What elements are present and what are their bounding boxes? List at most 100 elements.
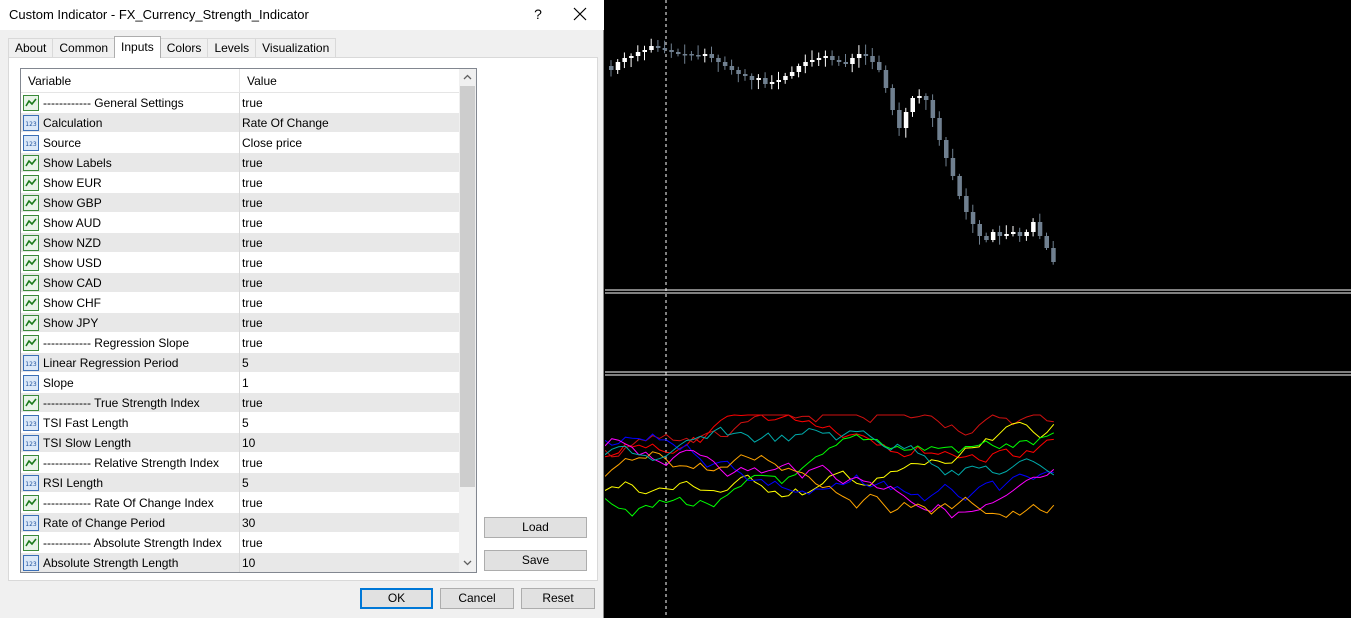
candle-body [615, 62, 621, 70]
tab-about[interactable]: About [8, 38, 54, 58]
svg-text:123: 123 [25, 141, 37, 148]
variable-value[interactable]: true [242, 213, 263, 233]
variable-value[interactable]: true [242, 293, 263, 313]
candle-body [843, 62, 848, 64]
grid-row[interactable]: ------------ Relative Strength Index true [21, 453, 459, 473]
variable-value[interactable]: true [242, 173, 263, 193]
candle-body [662, 48, 668, 50]
bool-icon [23, 395, 39, 411]
grid-row[interactable]: ------------ Rate Of Change Index true [21, 493, 459, 513]
load-button[interactable]: Load [484, 517, 587, 538]
grid-row[interactable]: 123 Source Close price [21, 133, 459, 153]
variable-value[interactable]: 5 [242, 413, 249, 433]
cell-divider [239, 473, 240, 493]
bool-icon [23, 275, 39, 291]
grid-row[interactable]: Show CHF true [21, 293, 459, 313]
help-button[interactable]: ? [528, 4, 548, 24]
variable-value[interactable]: true [242, 233, 263, 253]
grid-row[interactable]: 123 Linear Regression Period 5 [21, 353, 459, 373]
grid-row[interactable]: Show USD true [21, 253, 459, 273]
grid-row[interactable]: Show JPY true [21, 313, 459, 333]
variable-value[interactable]: 5 [242, 353, 249, 373]
scroll-down-button[interactable] [459, 555, 476, 572]
scroll-up-button[interactable] [459, 69, 476, 86]
grid-row[interactable]: 123 Absolute Strength Length 10 [21, 553, 459, 572]
candle-body [863, 54, 869, 56]
variable-value[interactable]: true [242, 93, 263, 113]
variable-value[interactable]: 1 [242, 373, 249, 393]
tab-levels[interactable]: Levels [207, 38, 257, 58]
bool-icon [23, 195, 39, 211]
candle-body [769, 82, 775, 84]
cell-divider [239, 453, 240, 473]
vertical-scrollbar[interactable] [459, 69, 476, 572]
candle-body [990, 232, 996, 240]
close-icon [573, 7, 587, 21]
cell-divider [239, 393, 240, 413]
variable-value[interactable]: true [242, 153, 263, 173]
grid-row[interactable]: ------------ Absolute Strength Index true [21, 533, 459, 553]
grid-row[interactable]: 123 Rate of Change Period 30 [21, 513, 459, 533]
price-chart[interactable] [605, 0, 1351, 618]
number-icon: 123 [23, 375, 39, 391]
candle-body [1011, 232, 1016, 234]
column-header-variable[interactable]: Variable [21, 69, 239, 93]
variable-value[interactable]: Rate Of Change [242, 113, 329, 133]
grid-row[interactable]: Show EUR true [21, 173, 459, 193]
ok-button[interactable]: OK [360, 588, 433, 609]
candle-body [970, 212, 976, 224]
reset-button[interactable]: Reset [521, 588, 595, 609]
candle-body [997, 232, 1003, 236]
grid-row[interactable]: 123 TSI Slow Length 10 [21, 433, 459, 453]
variable-value[interactable]: 10 [242, 553, 255, 572]
grid-row[interactable]: Show AUD true [21, 213, 459, 233]
variable-value[interactable]: Close price [242, 133, 302, 153]
variable-value[interactable]: true [242, 533, 263, 553]
grid-row[interactable]: ------------ True Strength Index true [21, 393, 459, 413]
svg-text:123: 123 [25, 121, 37, 128]
number-icon: 123 [23, 415, 39, 431]
grid-row[interactable]: Show GBP true [21, 193, 459, 213]
tab-inputs[interactable]: Inputs [114, 36, 161, 58]
variable-value[interactable]: 30 [242, 513, 255, 533]
tab-common[interactable]: Common [52, 38, 116, 58]
cancel-button[interactable]: Cancel [440, 588, 514, 609]
variable-value[interactable]: 10 [242, 433, 255, 453]
variable-value[interactable]: true [242, 333, 263, 353]
tab-visualization[interactable]: Visualization [255, 38, 337, 58]
title-bar[interactable]: Custom Indicator - FX_Currency_Strength_… [0, 0, 604, 30]
candle-body [743, 74, 748, 76]
cell-divider [239, 533, 240, 553]
svg-text:123: 123 [25, 361, 37, 368]
candle-body [629, 56, 634, 58]
variable-value[interactable]: true [242, 453, 263, 473]
variable-value[interactable]: true [242, 493, 263, 513]
candle-body [977, 224, 982, 236]
grid-row[interactable]: 123 TSI Fast Length 5 [21, 413, 459, 433]
grid-row[interactable]: ------------ Regression Slope true [21, 333, 459, 353]
variable-value[interactable]: true [242, 393, 263, 413]
variable-value[interactable]: 5 [242, 473, 249, 493]
grid-row[interactable]: 123 Slope 1 [21, 373, 459, 393]
variable-value[interactable]: true [242, 273, 263, 293]
grid-row[interactable]: Show NZD true [21, 233, 459, 253]
cell-divider [239, 413, 240, 433]
close-button[interactable] [567, 4, 593, 24]
variable-value[interactable]: true [242, 313, 263, 333]
grid-row[interactable]: ------------ General Settings true [21, 93, 459, 113]
variable-value[interactable]: true [242, 253, 263, 273]
grid-row[interactable]: 123 Calculation Rate Of Change [21, 113, 459, 133]
cell-divider [239, 173, 240, 193]
grid-row[interactable]: 123 RSI Length 5 [21, 473, 459, 493]
bool-icon [23, 315, 39, 331]
variable-name: Rate of Change Period [43, 516, 166, 530]
svg-text:123: 123 [25, 421, 37, 428]
scroll-thumb[interactable] [460, 86, 475, 487]
variable-value[interactable]: true [242, 193, 263, 213]
grid-row[interactable]: Show CAD true [21, 273, 459, 293]
save-button[interactable]: Save [484, 550, 587, 571]
cell-divider [239, 433, 240, 453]
tab-colors[interactable]: Colors [159, 38, 209, 58]
column-header-value[interactable]: Value [240, 69, 459, 93]
grid-row[interactable]: Show Labels true [21, 153, 459, 173]
